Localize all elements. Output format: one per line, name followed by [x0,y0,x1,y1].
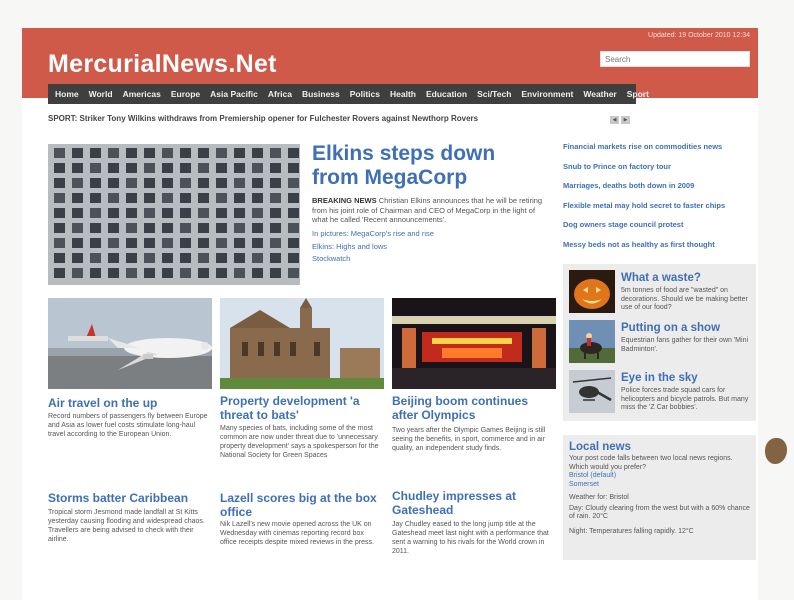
nav-environment[interactable]: Environment [521,89,573,99]
weather-location: Weather for: Bristol [569,494,629,501]
story-text: Jay Chudley eased to the long jump title… [392,521,549,555]
lead-story-summary: BREAKING NEWS Christian Elkins announces… [312,196,552,225]
nav-europe[interactable]: Europe [171,89,200,99]
story-title[interactable]: Beijing boom continues after Olympics [392,394,556,422]
nav-weather[interactable]: Weather [583,89,616,99]
link-highs-lows[interactable]: Elkins: Highs and lows [312,241,434,254]
story-title[interactable]: Property development 'a threat to bats' [220,394,380,422]
headline-item[interactable]: Snub to Prince on factory tour [563,162,763,182]
headline-item[interactable]: Messy beds not as healthy as first thoug… [563,240,763,260]
story-title[interactable]: Chudley impresses at Gateshead [392,489,552,517]
news-page: Updated: 19 October 2010 12:34 Mercurial… [22,28,758,600]
story-title[interactable]: Air travel on the up [48,396,212,410]
main-nav: Home World Americas Europe Asia Pacific … [48,84,649,104]
breaking-news-label: BREAKING NEWS [312,196,377,205]
story-text: Record numbers of passengers fly between… [48,413,208,438]
nav-asia-pacific[interactable]: Asia Pacific [210,89,258,99]
lead-story-image[interactable] [48,144,300,285]
nav-sci-tech[interactable]: Sci/Tech [477,89,511,99]
nav-americas[interactable]: Americas [123,89,161,99]
feature-title[interactable]: Putting on a show [621,322,720,334]
weather-night: Night: Temperatures falling rapidly. 12°… [569,527,694,535]
site-logo[interactable]: MercurialNews.Net [48,50,277,79]
local-news-prompt: Your post code falls between two local n… [569,455,733,471]
link-stockwatch[interactable]: Stockwatch [312,253,434,266]
headline-item[interactable]: Marriages, deaths both down in 2009 [563,181,763,201]
nav-sport[interactable]: Sport [627,89,649,99]
news-ticker[interactable]: SPORT: Striker Tony Wilkins withdraws fr… [48,114,640,130]
search-input[interactable] [600,51,750,67]
ticker-controls: ◀ ▶ [610,116,630,124]
story-text: Many species of bats, including some of … [220,425,379,459]
nav-home[interactable]: Home [55,89,79,99]
region-option-bristol[interactable]: Bristol (default) [569,472,750,481]
feature-item[interactable]: What a waste? 5m tonnes of food are "was… [569,270,755,316]
lead-story-title[interactable]: Elkins steps down from MegaCorp [312,142,542,190]
feature-item[interactable]: Putting on a show Equestrian fans gather… [569,320,755,366]
coffee-stain [765,438,787,464]
nav-world[interactable]: World [89,89,113,99]
feature-text: 5m tonnes of food are "wasted" on decora… [621,287,748,311]
feature-title[interactable]: What a waste? [621,272,701,284]
story-text: Nik Lazell's new movie opened across the… [220,521,374,546]
story-image-beijing[interactable] [392,298,556,389]
chevron-left-icon[interactable]: ◀ [610,116,619,124]
nav-education[interactable]: Education [426,89,467,99]
headline-item[interactable]: Dog owners stage council protest [563,220,763,240]
local-news-title[interactable]: Local news [569,441,750,453]
story-text: Tropical storm Jesmond made landfall at … [48,509,205,543]
chevron-right-icon[interactable]: ▶ [621,116,630,124]
nav-business[interactable]: Business [302,89,340,99]
story-image-church[interactable] [220,298,384,389]
feature-text: Equestrian fans gather for their own 'Mi… [621,337,749,353]
weather-day: Day: Cloudy clearing from the west but w… [569,504,750,521]
feature-text: Police forces trade squad cars for helic… [621,387,749,411]
story-title[interactable]: Lazell scores big at the box office [220,491,380,519]
feature-item[interactable]: Eye in the sky Police forces trade squad… [569,370,755,416]
story-image-airplane[interactable] [48,298,212,389]
helicopter-icon [569,370,615,413]
region-option-somerset[interactable]: Somerset [569,481,750,490]
lead-story-links: In pictures: MegaCorp's rise and rise El… [312,228,434,266]
horse-rider-icon [569,320,615,363]
headline-item[interactable]: Flexible metal may hold secret to faster… [563,201,763,221]
nav-africa[interactable]: Africa [268,89,292,99]
pumpkin-icon [569,270,615,313]
feature-box: What a waste? 5m tonnes of food are "was… [563,264,756,421]
link-in-pictures[interactable]: In pictures: MegaCorp's rise and rise [312,228,434,241]
updated-timestamp: Updated: 19 October 2010 12:34 [648,32,750,39]
feature-title[interactable]: Eye in the sky [621,372,698,384]
local-news-box: Local news Your post code falls between … [563,435,756,560]
headline-item[interactable]: Financial markets rise on commodities ne… [563,142,763,162]
story-text: Two years after the Olympic Games Beijin… [392,427,546,452]
story-title[interactable]: Storms batter Caribbean [48,491,212,505]
nav-politics[interactable]: Politics [350,89,380,99]
nav-health[interactable]: Health [390,89,416,99]
headline-list: Financial markets rise on commodities ne… [563,142,763,259]
